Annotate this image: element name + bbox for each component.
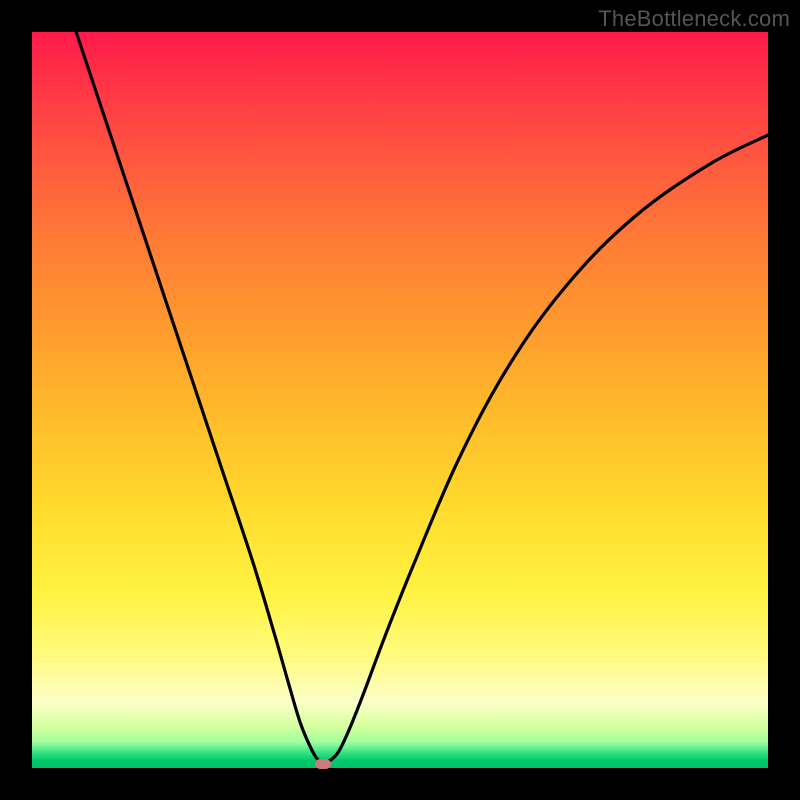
plot-area: [32, 32, 768, 768]
watermark-text: TheBottleneck.com: [598, 6, 790, 32]
bottleneck-curve: [76, 32, 768, 763]
curve-svg: [32, 32, 768, 768]
chart-frame: TheBottleneck.com: [0, 0, 800, 800]
optimal-marker: [315, 759, 331, 769]
